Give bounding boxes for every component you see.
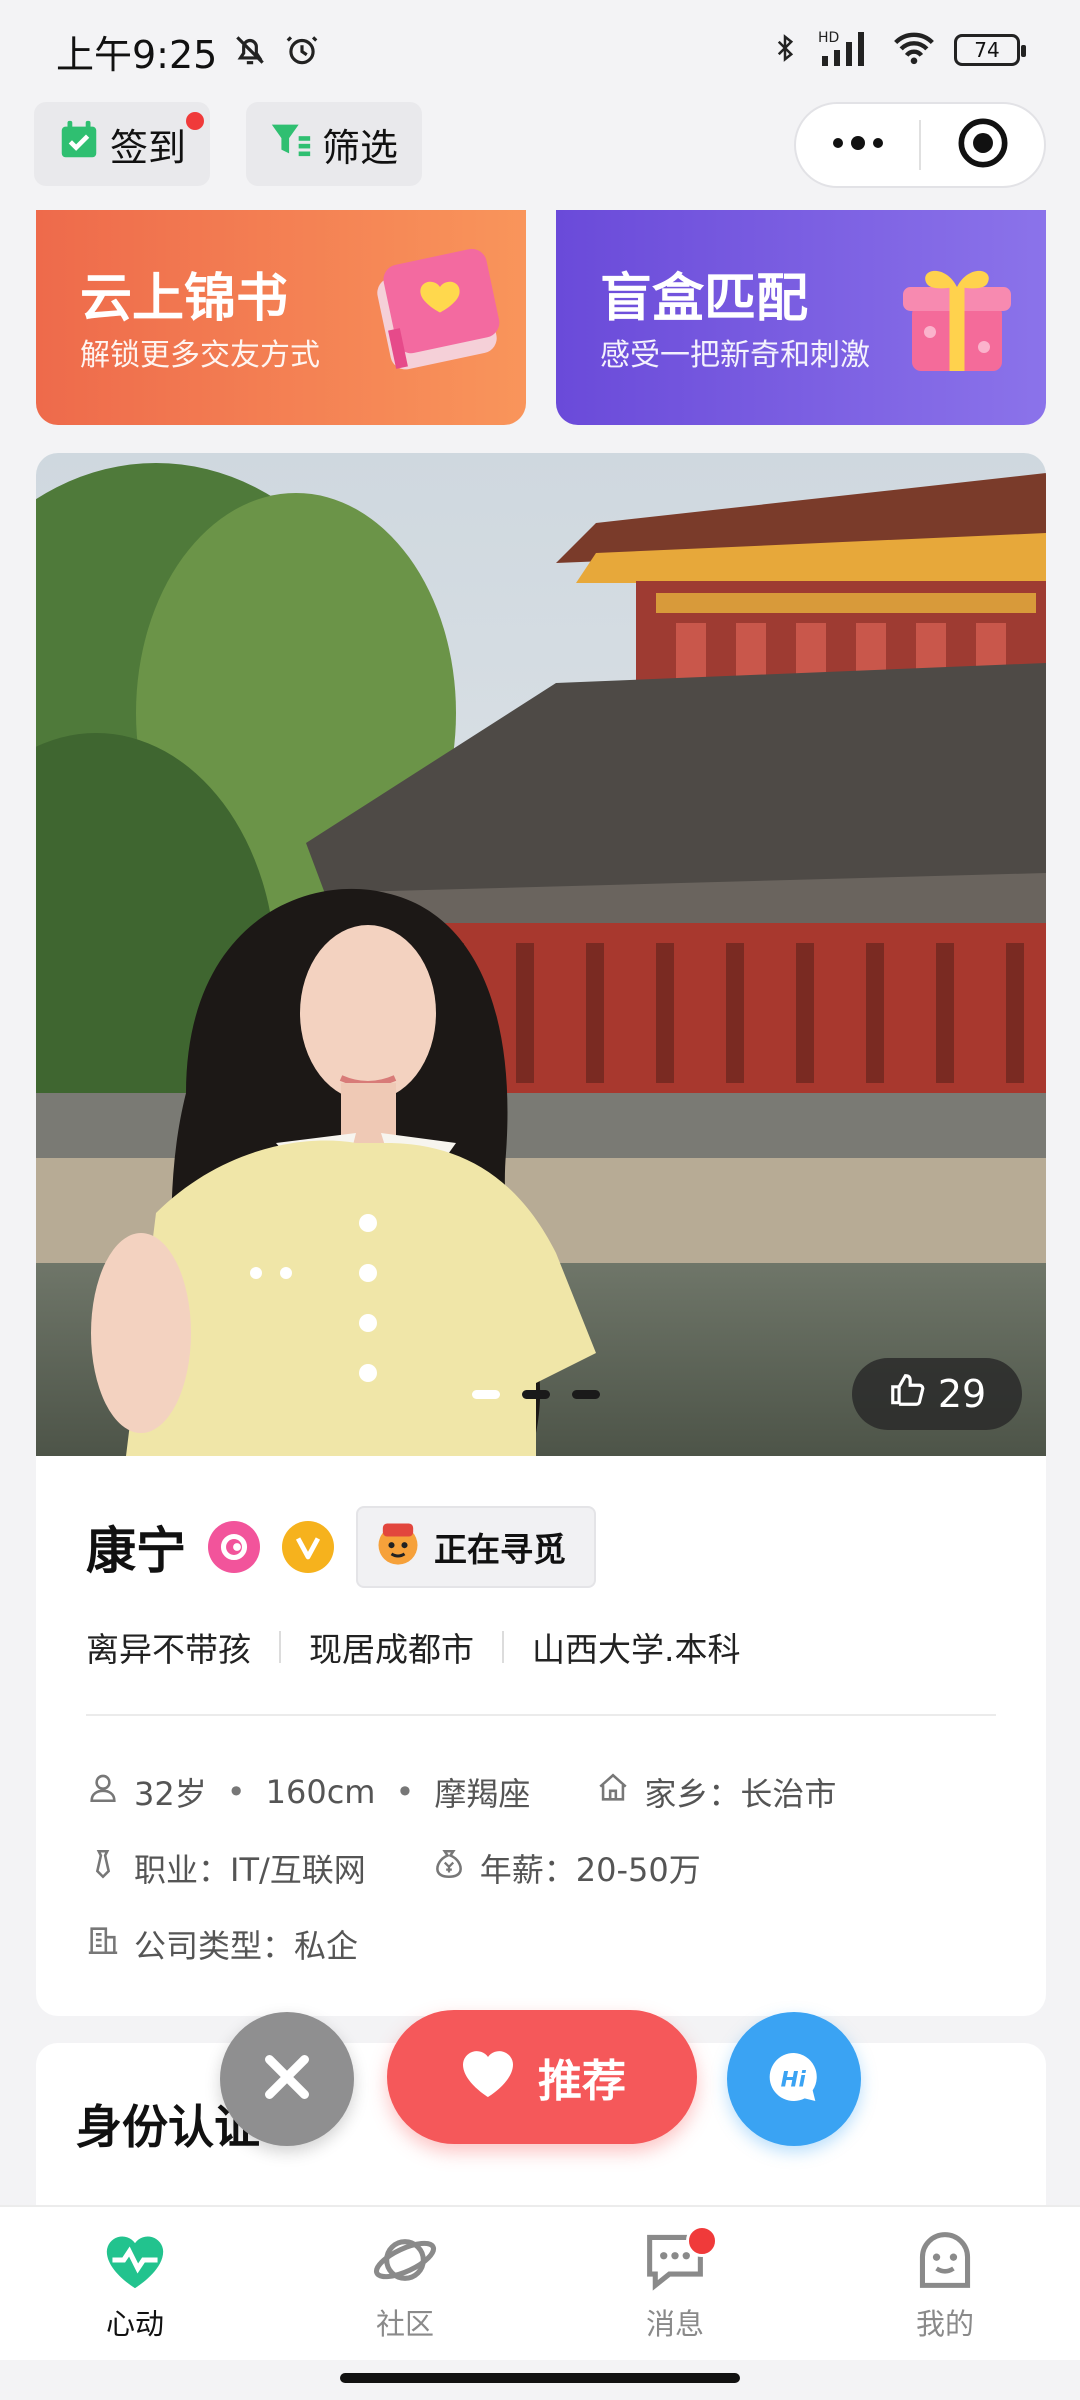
pagination-dot — [522, 1390, 550, 1399]
cloud-letter-banner[interactable]: 云上锦书 解锁更多交友方式 — [36, 210, 526, 425]
building-icon — [86, 1923, 120, 1965]
mute-bell-icon — [231, 31, 269, 73]
more-button[interactable] — [796, 133, 919, 157]
tab-label: 心动 — [105, 2307, 164, 2341]
home-indicator[interactable] — [340, 2373, 740, 2383]
svg-text:HD: HD — [818, 30, 839, 46]
company-type-value: 公司类型：私企 — [134, 1927, 359, 1965]
tab-label: 我的 — [915, 2307, 974, 2341]
checkin-label: 签到 — [110, 125, 187, 170]
money-bag-icon — [432, 1847, 466, 1889]
house-icon — [596, 1771, 630, 1813]
cloud-letter-title: 云上锦书 — [80, 269, 289, 329]
tie-icon — [86, 1847, 120, 1889]
blind-box-title: 盲盒匹配 — [600, 269, 809, 329]
heart-book-icon — [362, 236, 512, 390]
heart-icon — [458, 2044, 518, 2111]
alarm-icon — [283, 31, 321, 73]
recommend-button[interactable]: 推荐 — [387, 2010, 697, 2144]
messages-notification-dot — [686, 2225, 718, 2257]
verified-v-badge-icon — [282, 1521, 334, 1573]
like-count: 29 — [937, 1372, 987, 1416]
filter-button[interactable]: 筛选 — [246, 102, 422, 186]
filter-icon — [268, 117, 314, 172]
hometown-value: 家乡：长治市 — [644, 1775, 837, 1813]
close-icon — [257, 2047, 317, 2111]
pink-ring-badge-icon — [208, 1521, 260, 1573]
person-icon — [86, 1771, 120, 1813]
salary-value: 年薪：20-50万 — [479, 1851, 701, 1889]
pagination-dot — [572, 1390, 600, 1399]
svg-text:Hi: Hi — [781, 2067, 807, 2092]
basic-info-line: 32岁 • 160cm • 摩羯座 家乡：长治市 — [86, 1769, 836, 1815]
say-hi-button[interactable]: Hi — [727, 2012, 861, 2146]
like-button[interactable]: 29 — [852, 1358, 1022, 1430]
heart-pulse-icon — [100, 2229, 170, 2295]
job-value: 职业：IT/互联网 — [134, 1851, 366, 1889]
education-tag: 山西大学.本科 — [532, 1630, 741, 1669]
checkin-button[interactable]: 签到 — [34, 102, 210, 186]
planet-icon — [370, 2229, 440, 2295]
marital-status-tag: 离异不带孩 — [86, 1630, 251, 1669]
filter-label: 筛选 — [322, 125, 399, 170]
tab-label: 社区 — [375, 2307, 434, 2341]
zodiac-value: 摩羯座 — [434, 1775, 531, 1813]
residence-tag: 现居成都市 — [309, 1630, 474, 1669]
profile-name: 康宁 — [86, 1522, 186, 1580]
close-miniprogram-button[interactable] — [921, 117, 1044, 173]
user-face-icon — [910, 2229, 980, 2295]
profile-photo[interactable]: 29 — [36, 453, 1046, 1456]
height-value: 160cm — [265, 1773, 376, 1811]
career-info-line: 职业：IT/互联网 年薪：20-50万 — [86, 1845, 701, 1891]
battery-indicator: 74 — [954, 34, 1026, 66]
dismiss-button[interactable] — [220, 2012, 354, 2146]
seeking-label: 正在寻觅 — [434, 1530, 566, 1569]
bluetooth-icon — [770, 28, 800, 72]
profile-card[interactable]: 29 康宁 正在寻觅 离异不带孩 现居成都市 山西大学.本科 32岁 • 160… — [36, 453, 1046, 2016]
status-time: 上午9:25 — [56, 33, 218, 77]
seeking-status-badge[interactable]: 正在寻觅 — [356, 1506, 596, 1588]
thumbs-up-icon — [888, 1371, 926, 1418]
divider — [86, 1714, 996, 1716]
profile-tags: 离异不带孩 现居成都市 山西大学.本科 — [86, 1623, 741, 1671]
target-circle-icon — [957, 117, 1009, 173]
top-nav: 签到 筛选 — [0, 100, 1080, 215]
checkin-notification-dot — [186, 112, 204, 130]
tab-label: 消息 — [645, 2307, 704, 2341]
tab-community[interactable]: 社区 — [270, 2207, 540, 2360]
wifi-icon — [892, 28, 936, 72]
status-bar: 上午9:25 HD 74 — [0, 0, 1080, 100]
cloud-letter-subtitle: 解锁更多交友方式 — [80, 338, 320, 373]
photo-pagination — [472, 1390, 600, 1399]
signal-icon: HD — [818, 28, 874, 72]
tab-profile[interactable]: 我的 — [810, 2207, 1080, 2360]
bottom-tab-bar: 心动 社区 消息 我的 — [0, 2205, 1080, 2360]
mini-program-capsule — [794, 102, 1046, 188]
calendar-check-icon — [56, 117, 102, 172]
name-row: 康宁 正在寻觅 — [86, 1506, 596, 1588]
blind-box-banner[interactable]: 盲盒匹配 感受一把新奇和刺激 — [556, 210, 1046, 425]
recommend-label: 推荐 — [538, 2056, 626, 2107]
pagination-dot — [472, 1390, 500, 1399]
age-value: 32岁 — [134, 1775, 207, 1813]
blind-box-subtitle: 感受一把新奇和刺激 — [600, 338, 870, 373]
gift-box-icon — [882, 236, 1032, 390]
company-info-line: 公司类型：私企 — [86, 1921, 358, 1967]
more-dots-icon — [830, 133, 886, 157]
tab-messages[interactable]: 消息 — [540, 2207, 810, 2360]
tab-heartbeat[interactable]: 心动 — [0, 2207, 270, 2360]
hi-chat-bubble-icon: Hi — [762, 2045, 826, 2113]
seeking-mascot-icon — [372, 1517, 424, 1577]
